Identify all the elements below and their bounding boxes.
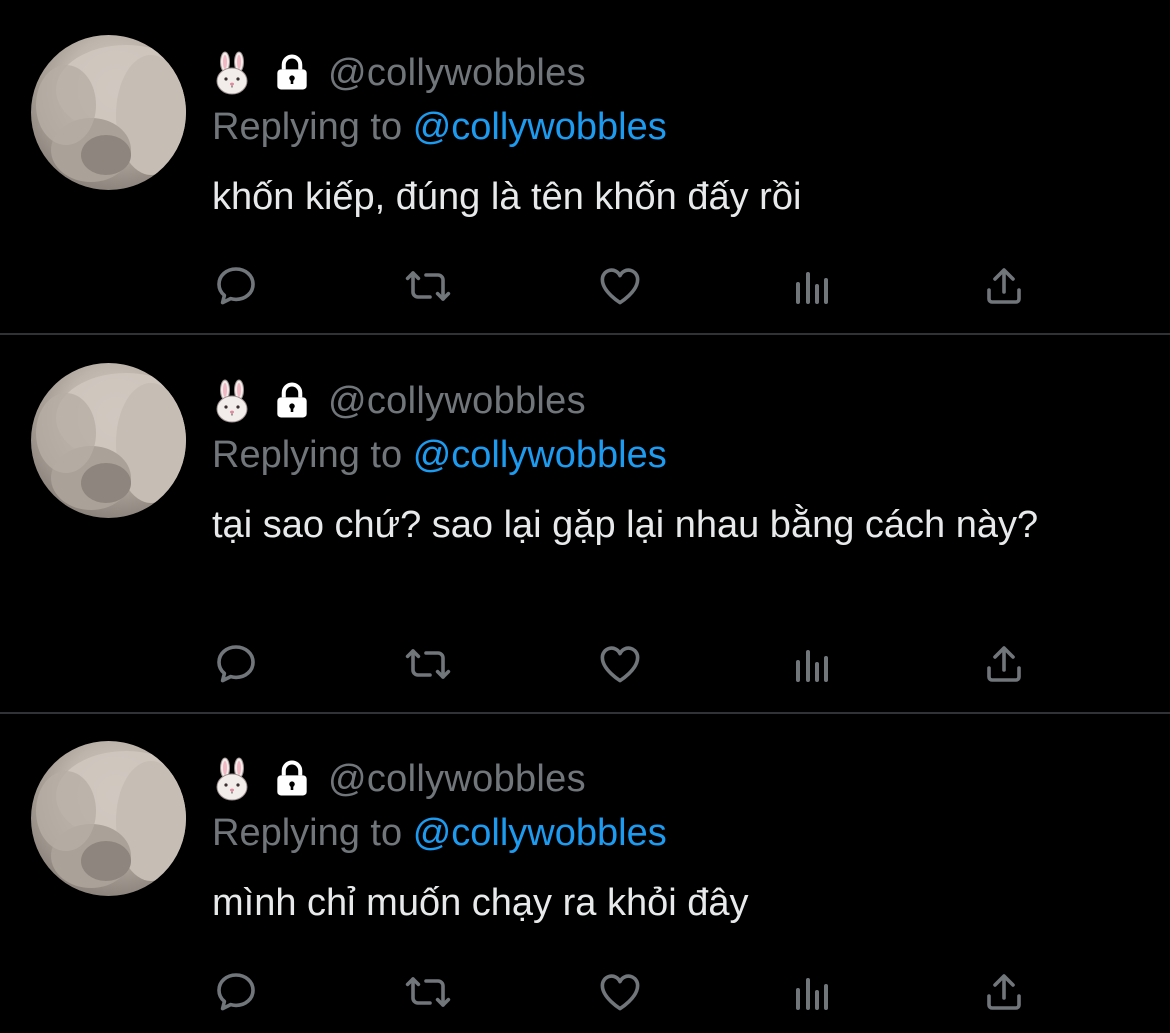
rabbit-photo-icon xyxy=(36,751,186,888)
share-icon xyxy=(980,968,1028,1016)
tweet-header: @collywobbles xyxy=(212,48,586,98)
tweet-text: mình chỉ muốn chạy ra khỏi đây xyxy=(212,882,749,924)
replying-prefix: Replying to xyxy=(212,106,403,148)
replying-to-link[interactable]: @collywobbles xyxy=(413,434,667,476)
reply-icon xyxy=(212,640,260,688)
tweet-actions xyxy=(212,640,1052,688)
retweet-icon xyxy=(404,968,452,1016)
replying-to-line: Replying to @collywobbles xyxy=(212,812,667,855)
lock-icon xyxy=(270,757,314,801)
reply-button[interactable] xyxy=(212,968,260,1016)
share-button[interactable] xyxy=(980,968,1028,1016)
author-handle[interactable]: @collywobbles xyxy=(328,380,586,423)
author-handle[interactable]: @collywobbles xyxy=(328,758,586,801)
views-icon xyxy=(788,968,836,1016)
heart-icon xyxy=(596,640,644,688)
like-button[interactable] xyxy=(596,968,644,1016)
retweet-button[interactable] xyxy=(404,640,452,688)
reply-icon xyxy=(212,968,260,1016)
tweet-header: @collywobbles xyxy=(212,376,586,426)
avatar[interactable] xyxy=(31,363,186,518)
views-icon xyxy=(788,262,836,310)
share-button[interactable] xyxy=(980,262,1028,310)
views-button[interactable] xyxy=(788,640,836,688)
rabbit-photo-icon xyxy=(36,373,186,510)
tweet-3[interactable]: @collywobbles Replying to @collywobbles … xyxy=(0,713,1170,1033)
tweet-actions xyxy=(212,262,1052,310)
retweet-button[interactable] xyxy=(404,262,452,310)
replying-to-line: Replying to @collywobbles xyxy=(212,434,667,477)
heart-icon xyxy=(596,968,644,1016)
heart-icon xyxy=(596,262,644,310)
reply-button[interactable] xyxy=(212,262,260,310)
tweet-text: tại sao chứ? sao lại gặp lại nhau bằng c… xyxy=(212,504,1039,546)
views-icon xyxy=(788,640,836,688)
lock-icon xyxy=(270,51,314,95)
replying-to-line: Replying to @collywobbles xyxy=(212,106,667,149)
like-button[interactable] xyxy=(596,640,644,688)
like-button[interactable] xyxy=(596,262,644,310)
views-button[interactable] xyxy=(788,262,836,310)
rabbit-emoji-icon xyxy=(212,51,252,95)
tweet-actions xyxy=(212,968,1052,1016)
share-button[interactable] xyxy=(980,640,1028,688)
share-icon xyxy=(980,262,1028,310)
replying-to-link[interactable]: @collywobbles xyxy=(413,812,667,854)
author-handle[interactable]: @collywobbles xyxy=(328,52,586,95)
views-button[interactable] xyxy=(788,968,836,1016)
tweet-text: khốn kiếp, đúng là tên khốn đấy rồi xyxy=(212,176,802,218)
rabbit-photo-icon xyxy=(36,45,186,182)
avatar[interactable] xyxy=(31,35,186,190)
tweet-2[interactable]: @collywobbles Replying to @collywobbles … xyxy=(0,335,1170,713)
rabbit-emoji-icon xyxy=(212,379,252,423)
retweet-icon xyxy=(404,262,452,310)
timeline: @collywobbles Replying to @collywobbles … xyxy=(0,0,1170,1033)
lock-icon xyxy=(270,379,314,423)
retweet-button[interactable] xyxy=(404,968,452,1016)
tweet-1[interactable]: @collywobbles Replying to @collywobbles … xyxy=(0,0,1170,335)
replying-prefix: Replying to xyxy=(212,812,403,854)
reply-button[interactable] xyxy=(212,640,260,688)
replying-to-link[interactable]: @collywobbles xyxy=(413,106,667,148)
reply-icon xyxy=(212,262,260,310)
share-icon xyxy=(980,640,1028,688)
avatar[interactable] xyxy=(31,741,186,896)
retweet-icon xyxy=(404,640,452,688)
tweet-header: @collywobbles xyxy=(212,754,586,804)
rabbit-emoji-icon xyxy=(212,757,252,801)
replying-prefix: Replying to xyxy=(212,434,403,476)
